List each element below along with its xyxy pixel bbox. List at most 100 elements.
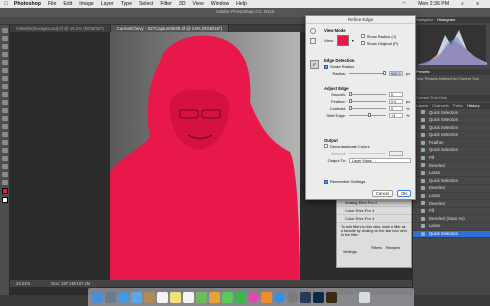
itunes-icon[interactable]	[248, 291, 259, 303]
search-icon[interactable]: ⌕	[461, 1, 464, 8]
zoom-tool-icon[interactable]	[310, 28, 316, 34]
path-selection-icon[interactable]	[2, 156, 8, 161]
radius-slider[interactable]	[349, 71, 386, 75]
facetime-icon[interactable]	[235, 291, 246, 303]
launchpad-icon[interactable]	[105, 291, 116, 303]
tab-document-1[interactable]: mikelillis(background).tif @ 16.2% (RGB/…	[10, 25, 111, 32]
bridge-icon[interactable]	[326, 291, 337, 303]
app-menu[interactable]: Photoshop	[14, 1, 41, 7]
shift-edge-value[interactable]: +4	[389, 113, 403, 118]
presets-label[interactable]: Presets	[416, 69, 430, 75]
tab-recipes[interactable]: Recipes	[386, 245, 400, 250]
menu-file[interactable]: File	[48, 1, 56, 7]
history-item[interactable]: Deselect	[413, 162, 490, 170]
history-item[interactable]: Deselect (Save As)	[413, 215, 490, 223]
show-radius-checkbox[interactable]: Show Radius (J)	[360, 34, 398, 39]
wifi-icon[interactable]: ◠	[402, 1, 407, 7]
tab-history[interactable]: History	[467, 103, 479, 109]
type-tool-icon[interactable]	[2, 148, 8, 153]
smooth-value[interactable]: 0	[389, 92, 403, 97]
ibooks-icon[interactable]	[261, 291, 272, 303]
foreground-color-swatch[interactable]	[2, 188, 8, 194]
shift-edge-slider[interactable]	[349, 113, 386, 117]
contrast-slider-knob[interactable]	[349, 106, 352, 110]
app-store-icon[interactable]	[274, 291, 285, 303]
smart-radius-checkbox[interactable]: ✓ Smart Radius	[324, 64, 354, 69]
remember-settings-checkbox[interactable]: ✓ Remember Settings	[324, 179, 365, 184]
blur-tool-icon[interactable]	[2, 124, 8, 129]
filter-settings[interactable]: Settings	[337, 250, 411, 254]
history-item-selected[interactable]: Quick Selection	[413, 230, 490, 239]
zoom-level[interactable]: 24.01%	[16, 281, 30, 286]
refine-radius-tool-icon[interactable]	[310, 38, 316, 44]
history-item[interactable]: Quick Selection	[413, 147, 490, 155]
maps-icon[interactable]	[196, 291, 207, 303]
menu-list-icon[interactable]: ≡	[476, 1, 479, 7]
gradient-tool-icon[interactable]	[2, 116, 8, 121]
history-item[interactable]: Lasso	[413, 193, 490, 201]
tab-document-2[interactable]: CurrentChevy - 027Capture0629.tif @ 24% …	[110, 25, 230, 32]
mail-icon[interactable]	[131, 291, 142, 303]
shift-edge-slider-knob[interactable]	[368, 113, 372, 117]
tab-navigator[interactable]: Navigator	[416, 17, 433, 23]
messages-icon[interactable]	[222, 291, 233, 303]
history-item[interactable]: Deselect	[413, 185, 490, 193]
view-mode-thumbnail[interactable]	[336, 34, 349, 46]
decontaminate-checkbox[interactable]: Decontaminate Colors	[324, 144, 370, 149]
healing-tool-icon[interactable]	[2, 76, 8, 81]
menu-image[interactable]: Image	[79, 1, 93, 7]
amount-slider[interactable]	[349, 153, 386, 154]
photos-icon[interactable]	[209, 291, 220, 303]
history-item[interactable]: Quick Selection	[413, 132, 490, 140]
menu-help[interactable]: Help	[236, 1, 247, 7]
history-item[interactable]: Quick Selection	[413, 177, 490, 185]
smooth-slider-knob[interactable]	[349, 92, 352, 96]
menu-view[interactable]: View	[193, 1, 204, 7]
reminders-icon[interactable]	[183, 291, 194, 303]
system-preferences-icon[interactable]	[287, 291, 298, 303]
contrast-value[interactable]: 0	[389, 106, 403, 111]
menu-window[interactable]: Window	[211, 1, 229, 7]
ok-button[interactable]: OK	[397, 190, 411, 197]
eyedropper-tool-icon[interactable]	[2, 68, 8, 73]
calendar-icon[interactable]	[157, 291, 168, 303]
pen-tool-icon[interactable]	[2, 140, 8, 145]
smooth-slider[interactable]	[349, 92, 386, 96]
notes-icon[interactable]	[170, 291, 181, 303]
finder-icon[interactable]	[92, 291, 103, 303]
apple-menu[interactable]: 	[4, 1, 8, 7]
dodge-tool-icon[interactable]	[2, 132, 8, 137]
trash-icon[interactable]	[359, 291, 370, 303]
quick-selection-tool-icon[interactable]	[2, 52, 8, 57]
tab-filters[interactable]: Filters	[371, 245, 382, 250]
brush-tool-icon[interactable]	[2, 84, 8, 89]
feather-slider-knob[interactable]	[349, 99, 352, 103]
zoom-tool-icon[interactable]	[2, 180, 8, 185]
menu-layer[interactable]: Layer	[101, 1, 114, 7]
menu-filter[interactable]: Filter	[160, 1, 172, 7]
filter-item[interactable]: Color Efex Pro 4	[337, 207, 411, 215]
tab-layers[interactable]: Layers	[416, 103, 428, 109]
chevron-down-icon[interactable]: ▾	[352, 38, 354, 43]
background-color-swatch[interactable]	[2, 197, 8, 203]
feather-value[interactable]: 0.0	[389, 99, 403, 104]
cancel-button[interactable]: Cancel	[372, 190, 393, 197]
stamp-tool-icon[interactable]	[2, 92, 8, 97]
show-original-checkbox[interactable]: Show Original (P)	[360, 41, 398, 46]
photoshop-icon[interactable]	[313, 291, 324, 303]
contrast-slider[interactable]	[349, 106, 386, 110]
lightroom-icon[interactable]	[300, 291, 311, 303]
crop-tool-icon[interactable]	[2, 60, 8, 65]
contacts-icon[interactable]	[144, 291, 155, 303]
menu-select[interactable]: Select	[139, 1, 153, 7]
menu-edit[interactable]: Edit	[63, 1, 72, 7]
hand-tool-icon[interactable]	[2, 172, 8, 177]
clock[interactable]: Mon 2:36 PM	[418, 1, 449, 7]
menu-3d[interactable]: 3D	[179, 1, 186, 7]
tab-histogram[interactable]: Histogram	[437, 17, 455, 23]
document-image[interactable]	[110, 32, 300, 280]
filter-item[interactable]: Color Efex Pro 4	[337, 215, 411, 223]
shape-tool-icon[interactable]	[2, 164, 8, 169]
radius-slider-knob[interactable]	[383, 71, 386, 75]
output-to-select[interactable]: Layer Mask	[349, 158, 411, 163]
